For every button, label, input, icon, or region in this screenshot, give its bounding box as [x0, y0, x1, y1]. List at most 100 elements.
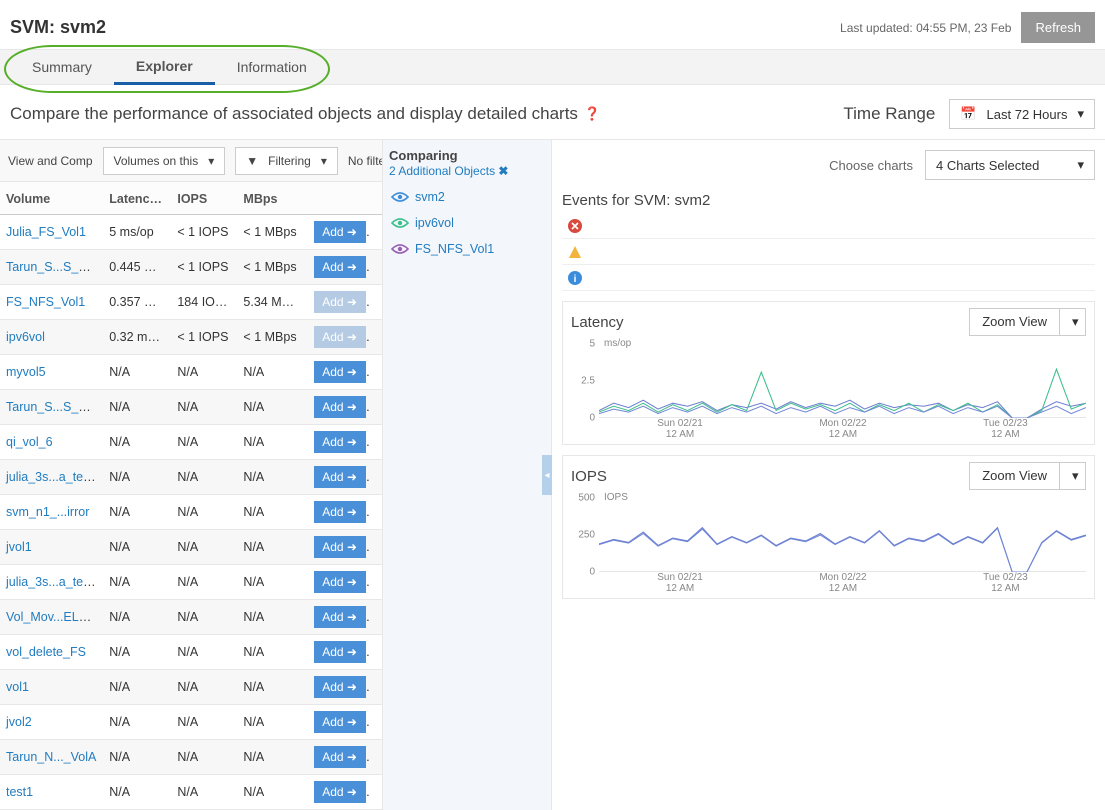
last-updated: Last updated: 04:55 PM, 23 Feb	[840, 21, 1011, 35]
add-button[interactable]: Add ➜	[314, 501, 366, 523]
col-mbps[interactable]: MBps	[237, 182, 307, 215]
volume-link[interactable]: test1	[6, 785, 33, 799]
critical-icon	[568, 219, 582, 233]
cell-mbps: N/A	[237, 565, 307, 600]
comparing-title: Comparing	[389, 148, 545, 163]
filtering-dropdown[interactable]: ▼ Filtering▾	[235, 147, 338, 175]
page-title: SVM: svm2	[10, 17, 106, 38]
filter-icon: ▼	[246, 154, 258, 168]
zoom-view-button[interactable]: Zoom View▾	[969, 308, 1086, 336]
cell-iops: 184 IOPS	[171, 285, 237, 320]
cell-mbps: < 1 MBps	[237, 250, 307, 285]
cell-mbps: N/A	[237, 600, 307, 635]
visibility-eye-icon[interactable]	[391, 243, 409, 255]
cell-latency: 0.357 ms/o	[103, 285, 171, 320]
volume-link[interactable]: vol_delete_FS	[6, 645, 86, 659]
add-button[interactable]: Add ➜	[314, 781, 366, 803]
x-tick: Mon 02/2212 AM	[819, 572, 866, 594]
cell-iops: < 1 IOPS	[171, 320, 237, 355]
cell-iops: N/A	[171, 635, 237, 670]
table-row: julia_3s...a_test1N/AN/AN/AAdd ➜	[0, 565, 382, 600]
cell-latency: N/A	[103, 495, 171, 530]
add-button[interactable]: Add ➜	[314, 221, 366, 243]
add-button[interactable]: Add ➜	[314, 256, 366, 278]
caret-down-icon[interactable]: ▾	[1059, 463, 1085, 489]
collapse-handle[interactable]: ◂	[542, 455, 552, 495]
add-button[interactable]: Add ➜	[314, 361, 366, 383]
volume-link[interactable]: Tarun_S...S_Vol1	[6, 260, 103, 274]
cell-mbps: N/A	[237, 425, 307, 460]
object-table-pane: View and Comp Volumes on this▾ ▼ Filteri…	[0, 140, 382, 810]
cell-iops: N/A	[171, 390, 237, 425]
volume-link[interactable]: qi_vol_6	[6, 435, 53, 449]
cell-iops: N/A	[171, 355, 237, 390]
add-button[interactable]: Add ➜	[314, 711, 366, 733]
cell-mbps: N/A	[237, 355, 307, 390]
zoom-view-button[interactable]: Zoom View▾	[969, 462, 1086, 490]
volume-link[interactable]: FS_NFS_Vol1	[6, 295, 85, 309]
add-button[interactable]: Add ➜	[314, 466, 366, 488]
caret-down-icon[interactable]: ▾	[1059, 309, 1085, 335]
filter-status: No filter a	[348, 154, 382, 168]
cell-iops: N/A	[171, 600, 237, 635]
visibility-eye-icon[interactable]	[391, 217, 409, 229]
add-button[interactable]: Add ➜	[314, 746, 366, 768]
event-row-info: i	[562, 265, 1095, 291]
table-row: Tarun_S...S_Vol2N/AN/AN/AAdd ➜	[0, 390, 382, 425]
volume-link[interactable]: julia_3s...a_test3	[6, 470, 100, 484]
cell-mbps: N/A	[237, 460, 307, 495]
cell-mbps: N/A	[237, 530, 307, 565]
x-tick: Sun 02/2112 AM	[657, 572, 703, 594]
table-row: Vol_Mov...ELETEN/AN/AN/AAdd ➜	[0, 600, 382, 635]
chart-plot	[599, 344, 1086, 418]
chart-panel: IOPSZoom View▾IOPS0250500Sun 02/2112 AMM…	[562, 455, 1095, 599]
col-latency[interactable]: Latency ↓≡	[103, 182, 171, 215]
add-button[interactable]: Add ➜	[314, 641, 366, 663]
add-button[interactable]: Add ➜	[314, 571, 366, 593]
col-volume[interactable]: Volume	[0, 182, 103, 215]
choose-charts-dropdown[interactable]: 4 Charts Selected▾	[925, 150, 1095, 180]
table-row: jvol1N/AN/AN/AAdd ➜	[0, 530, 382, 565]
view-compare-dropdown[interactable]: Volumes on this▾	[103, 147, 226, 175]
col-iops[interactable]: IOPS	[171, 182, 237, 215]
add-button[interactable]: Add ➜	[314, 431, 366, 453]
volume-link[interactable]: julia_3s...a_test1	[6, 575, 100, 589]
add-button[interactable]: Add ➜	[314, 536, 366, 558]
view-compare-label: View and Comp	[8, 154, 93, 168]
comparing-item[interactable]: ipv6vol	[389, 210, 545, 236]
tab-information[interactable]: Information	[215, 50, 329, 85]
table-row: julia_3s...a_test3N/AN/AN/AAdd ➜	[0, 460, 382, 495]
clear-comparing-icon[interactable]: ✖	[498, 164, 508, 178]
comparing-item[interactable]: svm2	[389, 184, 545, 210]
volume-link[interactable]: Vol_Mov...ELETE	[6, 610, 103, 624]
comparing-item[interactable]: FS_NFS_Vol1	[389, 236, 545, 262]
volume-link[interactable]: Julia_FS_Vol1	[6, 225, 86, 239]
add-button[interactable]: Add ➜	[314, 676, 366, 698]
volume-link[interactable]: jvol2	[6, 715, 32, 729]
cell-latency: N/A	[103, 355, 171, 390]
refresh-button[interactable]: Refresh	[1021, 12, 1095, 43]
add-button: Add ➜	[314, 326, 366, 348]
volume-link[interactable]: myvol5	[6, 365, 46, 379]
add-button[interactable]: Add ➜	[314, 396, 366, 418]
time-range-dropdown[interactable]: 📅 Last 72 Hours ▾	[949, 99, 1095, 129]
cell-iops: < 1 IOPS	[171, 250, 237, 285]
table-row: Julia_FS_Vol15 ms/op< 1 IOPS< 1 MBpsAdd …	[0, 215, 382, 250]
tab-explorer[interactable]: Explorer	[114, 50, 215, 85]
volume-link[interactable]: Tarun_N..._VolA	[6, 750, 96, 764]
cell-iops: N/A	[171, 670, 237, 705]
tab-summary[interactable]: Summary	[10, 50, 114, 85]
x-tick: Tue 02/2312 AM	[983, 418, 1028, 440]
volume-link[interactable]: vol1	[6, 680, 29, 694]
x-tick: Mon 02/2212 AM	[819, 418, 866, 440]
volume-link[interactable]: svm_n1_...irror	[6, 505, 89, 519]
volume-link[interactable]: Tarun_S...S_Vol2	[6, 400, 103, 414]
chart-title: Latency	[571, 314, 624, 331]
add-button[interactable]: Add ➜	[314, 606, 366, 628]
cell-mbps: < 1 MBps	[237, 320, 307, 355]
cell-latency: N/A	[103, 425, 171, 460]
help-icon[interactable]: ❓	[584, 106, 600, 122]
volume-link[interactable]: jvol1	[6, 540, 32, 554]
volume-link[interactable]: ipv6vol	[6, 330, 45, 344]
visibility-eye-icon[interactable]	[391, 191, 409, 203]
